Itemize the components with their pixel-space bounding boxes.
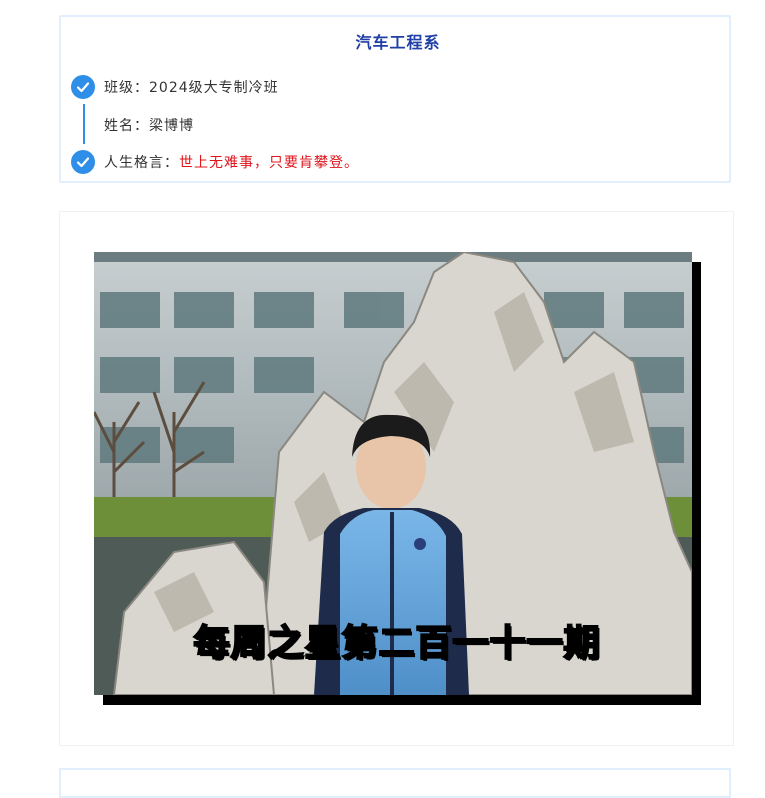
name-row: 姓名： 梁博博	[104, 113, 194, 137]
check-circle-icon	[71, 150, 95, 174]
name-label: 姓名：	[104, 118, 149, 134]
check-circle-icon	[71, 75, 95, 99]
student-info-card: 汽车工程系 班级： 2024级大专制冷班 姓名： 梁博博 人生格言： 世上无难事…	[59, 15, 731, 183]
class-row: 班级： 2024级大专制冷班	[71, 75, 279, 99]
student-photo: 每周之星第二百一十一期	[94, 252, 692, 695]
motto-value: 世上无难事，只要肯攀登。	[179, 155, 359, 171]
class-label: 班级：	[104, 80, 149, 96]
motto-row: 人生格言： 世上无难事，只要肯攀登。	[71, 150, 359, 174]
next-card	[59, 768, 731, 798]
class-value: 2024级大专制冷班	[149, 80, 279, 96]
motto-label: 人生格言：	[104, 155, 179, 171]
name-value: 梁博博	[149, 118, 194, 134]
timeline-line	[83, 104, 85, 144]
photo-caption: 每周之星第二百一十一期	[192, 622, 601, 665]
department-title: 汽车工程系	[331, 29, 465, 52]
